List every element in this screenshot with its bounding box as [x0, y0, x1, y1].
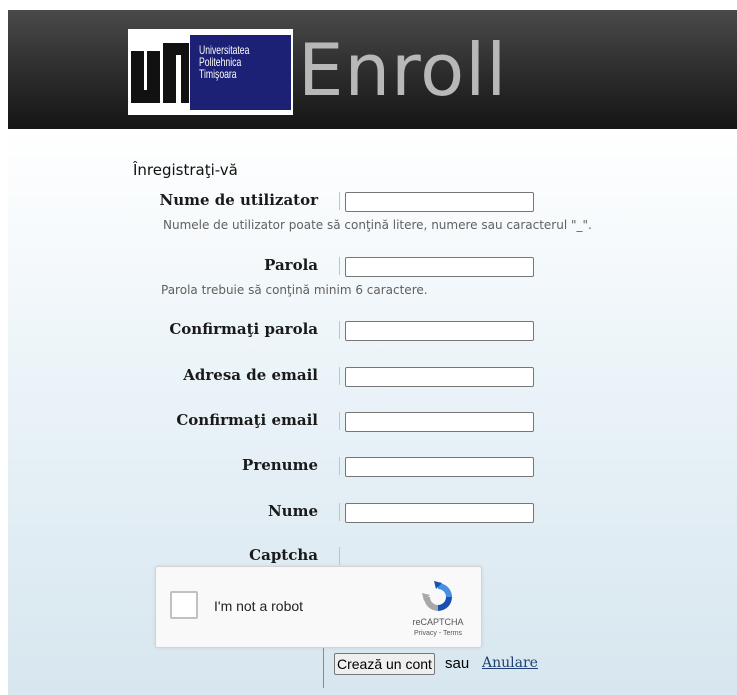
field-separator: [339, 457, 340, 475]
email-field[interactable]: [345, 367, 534, 387]
last-name-field[interactable]: [345, 503, 534, 523]
username-hint: Numele de utilizator poate să conţină li…: [163, 218, 592, 232]
email-label: Adresa de email: [183, 366, 318, 384]
form-heading: Înregistraţi-vă: [133, 161, 238, 179]
confirm-password-field[interactable]: [345, 321, 534, 341]
field-separator: [339, 192, 340, 210]
username-label: Nume de utilizator: [159, 191, 318, 209]
field-separator: [339, 412, 340, 430]
confirm-email-label: Confirmaţi email: [176, 411, 318, 429]
recaptcha-logo-icon: [422, 581, 452, 611]
confirm-password-label: Confirmaţi parola: [169, 320, 318, 338]
recaptcha-brand: reCAPTCHA: [412, 617, 464, 627]
site-header: Universitatea Politehnica Timişoara Enro…: [8, 10, 737, 129]
first-name-label: Prenume: [242, 456, 318, 474]
logo-badge: Universitatea Politehnica Timişoara: [190, 35, 291, 110]
field-separator: [339, 367, 340, 385]
field-separator: [339, 321, 340, 339]
recaptcha-widget: I'm not a robot reCAPTCHA Privacy - Term…: [155, 566, 482, 648]
last-name-label: Nume: [267, 502, 318, 520]
or-text: sau: [445, 655, 470, 672]
password-label: Parola: [264, 256, 318, 274]
recaptcha-privacy-terms-link[interactable]: Privacy - Terms: [394, 630, 482, 637]
captcha-label: Captcha: [249, 546, 318, 564]
page-title: Enroll: [298, 28, 508, 112]
password-hint: Parola trebuie să conţină minim 6 caract…: [161, 283, 428, 297]
field-separator: [339, 503, 340, 521]
username-field[interactable]: [345, 192, 534, 212]
logo-text: Universitatea Politehnica Timişoara: [199, 44, 249, 80]
confirm-email-field[interactable]: [345, 412, 534, 432]
actions-divider: [323, 648, 324, 688]
recaptcha-checkbox[interactable]: [170, 591, 198, 619]
cancel-link[interactable]: Anulare: [482, 655, 538, 671]
field-separator: [339, 257, 340, 275]
university-logo: Universitatea Politehnica Timişoara: [128, 29, 293, 115]
recaptcha-label: I'm not a robot: [214, 598, 304, 614]
first-name-field[interactable]: [345, 457, 534, 477]
logo-line-3: Timişoara: [199, 67, 237, 81]
upt-logo-icon: [131, 43, 189, 103]
enroll-form: Înregistraţi-vă Nume de utilizator Numel…: [8, 129, 737, 695]
create-account-button[interactable]: Crează un cont: [334, 653, 435, 675]
password-field[interactable]: [345, 257, 534, 277]
field-separator: [339, 547, 340, 565]
